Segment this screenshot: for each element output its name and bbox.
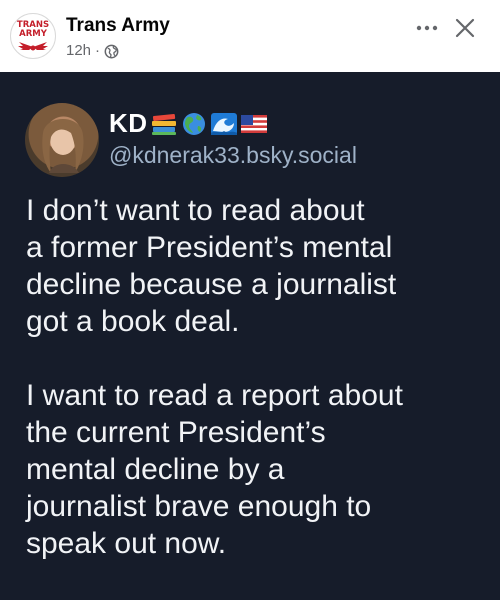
more-horizontal-icon[interactable] [413,18,441,38]
page-name[interactable]: Trans Army [66,15,170,37]
wings-icon [18,42,48,51]
post-paragraph-1: I don’t want to read about a former Pres… [26,194,397,338]
bluesky-avatar [25,103,99,177]
close-icon[interactable] [451,14,479,42]
books-emoji-icon [151,113,176,135]
us-flag-emoji-icon [240,114,267,133]
logo-text-bottom: ARMY [19,29,47,39]
bluesky-display-name: KD [109,108,268,139]
post-body: I don’t want to read about a former Pres… [26,192,496,562]
embedded-post-image[interactable]: KD @kdnerak33.bsky.social I don’t want t… [0,72,500,600]
avatar-portrait [42,119,84,173]
post-paragraph-2: I want to read a report about the curren… [26,379,403,560]
globe-icon[interactable] [104,44,119,59]
globe-americas-emoji-icon [182,112,205,135]
page-avatar[interactable]: TRANS ARMY [10,13,56,59]
meta-separator: · [95,42,101,59]
post-time[interactable]: 12h [66,42,91,59]
water-wave-emoji-icon [210,112,237,135]
bluesky-handle[interactable]: @kdnerak33.bsky.social [109,142,357,169]
post-header: TRANS ARMY Trans Army 12h · [0,0,500,72]
display-name-text: KD [109,108,148,138]
post-meta: 12h · [66,42,119,59]
